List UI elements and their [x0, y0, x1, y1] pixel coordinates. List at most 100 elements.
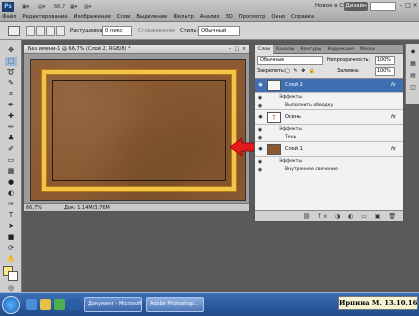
visibility-eye-icon[interactable]: ◉ — [257, 146, 264, 153]
explorer-icon[interactable] — [40, 299, 51, 310]
tab-paths[interactable]: Контуры — [297, 45, 324, 54]
dodge-tool-icon[interactable]: ◐ — [5, 189, 17, 198]
menu-help[interactable]: Справка — [291, 13, 314, 21]
style-select[interactable]: Обычный — [198, 26, 240, 36]
rectangular-marquee-tool-icon[interactable]: ⬚ — [5, 57, 17, 66]
cs-live-search-input[interactable] — [370, 2, 396, 11]
fx-icon[interactable]: fx — [391, 146, 396, 153]
document-size[interactable]: Док: 1,14М/3,76М — [64, 204, 110, 212]
view-extras-icon[interactable]: ▦▾ — [70, 3, 77, 11]
fx-icon[interactable]: fx — [391, 82, 396, 89]
fx-icon[interactable]: fx — [391, 114, 396, 121]
menu-view[interactable]: Просмотр — [239, 13, 266, 21]
task-word-document[interactable]: Документ - Microsoft... — [84, 297, 142, 312]
effect-row[interactable]: ◉ Внутреннее свечение — [255, 166, 403, 174]
new-selection-button[interactable] — [26, 26, 35, 36]
effects-group[interactable]: ◉ Эффекты — [255, 158, 403, 166]
effect-row[interactable]: ◉ Тень — [255, 134, 403, 142]
blend-mode-select[interactable]: Обычные — [257, 56, 323, 65]
doc-minimize-icon[interactable]: – — [227, 46, 233, 53]
eyedropper-tool-icon[interactable]: ✒ — [5, 101, 17, 110]
brush-tool-icon[interactable]: ✏ — [5, 123, 17, 132]
path-selection-tool-icon[interactable]: ➤ — [5, 222, 17, 231]
menu-select[interactable]: Выделение — [136, 13, 167, 21]
add-to-selection-button[interactable] — [36, 26, 45, 36]
doc-close-icon[interactable]: × — [241, 46, 247, 53]
background-color-swatch[interactable] — [8, 271, 18, 281]
visibility-eye-icon[interactable]: ◉ — [257, 159, 263, 165]
menu-analysis[interactable]: Анализ — [200, 13, 220, 21]
menu-filter[interactable]: Фильтр — [173, 13, 194, 21]
menu-layers[interactable]: Слои — [117, 13, 130, 21]
layer-row-sloy-2[interactable]: ◉ Слой 2 fx — [255, 79, 403, 93]
shape-tool-icon[interactable]: ■ — [5, 233, 17, 242]
fill-input[interactable]: 100% — [375, 67, 395, 76]
effect-row[interactable]: ◉ Выполнить обводку — [255, 102, 403, 110]
color-panel-icon[interactable]: ◆ — [409, 48, 417, 56]
menu-edit[interactable]: Редактирование — [22, 13, 67, 21]
arrange-documents-icon[interactable]: ▥▾ — [84, 3, 91, 11]
image-canvas[interactable] — [30, 59, 246, 201]
pen-tool-icon[interactable]: ✑ — [5, 200, 17, 209]
healing-brush-tool-icon[interactable]: ✚ — [5, 112, 17, 121]
layer-action-icons[interactable]: ⛓ fx ◑ ◐ ▭ ▣ 🗑 — [303, 212, 399, 221]
history-panel-icon[interactable]: ◫ — [409, 84, 417, 92]
layer-row-osen[interactable]: ◉ T Осень fx — [255, 111, 403, 125]
workspace-design-button[interactable]: Дизайн — [344, 2, 368, 11]
lasso-tool-icon[interactable]: ➰ — [5, 68, 17, 77]
visibility-eye-icon[interactable]: ◉ — [257, 167, 263, 173]
subtract-selection-button[interactable] — [46, 26, 55, 36]
eraser-tool-icon[interactable]: ▭ — [5, 156, 17, 165]
tab-channels[interactable]: Каналы — [273, 45, 297, 54]
zoom-readout[interactable]: 66,7 — [54, 3, 65, 11]
layer-row-sloy-1[interactable]: ◉ Слой 1 fx — [255, 143, 403, 157]
styles-panel-icon[interactable]: ▤ — [409, 72, 417, 80]
visibility-eye-icon[interactable]: ◉ — [257, 127, 263, 133]
tab-masks[interactable]: Маски — [357, 45, 378, 54]
effects-group[interactable]: ◉ Эффекты — [255, 126, 403, 134]
visibility-eye-icon[interactable]: ◉ — [257, 114, 264, 121]
swatches-panel-icon[interactable]: ▦ — [409, 60, 417, 68]
lock-icons[interactable]: ▢ ✎ ✥ 🔒 — [285, 68, 316, 75]
3d-rotate-tool-icon[interactable]: ⟳ — [5, 244, 17, 253]
visibility-eye-icon[interactable]: ◉ — [257, 82, 264, 89]
tab-adjustments[interactable]: Коррекция — [324, 45, 356, 54]
type-tool-icon[interactable]: T — [5, 211, 17, 220]
blur-tool-icon[interactable]: ● — [5, 178, 17, 187]
menu-window[interactable]: Окно — [271, 13, 285, 21]
task-photoshop[interactable]: Adobe Photoshop... — [146, 297, 204, 312]
crop-tool-icon[interactable]: ⌗ — [5, 90, 17, 99]
visibility-eye-icon[interactable]: ◉ — [257, 135, 263, 141]
doc-maximize-icon[interactable]: □ — [234, 46, 240, 53]
move-tool-icon[interactable]: ✥ — [5, 46, 17, 55]
menu-image[interactable]: Изображение — [74, 13, 111, 21]
history-brush-tool-icon[interactable]: ✐ — [5, 145, 17, 154]
intersect-selection-button[interactable] — [56, 26, 65, 36]
clone-stamp-tool-icon[interactable]: ♣ — [5, 134, 17, 143]
opacity-input[interactable]: 100% — [375, 56, 395, 65]
document-tab[interactable]: Без имени-1 @ 66,7% (Слой 2, RGB/8) * – … — [24, 45, 249, 54]
menu-file[interactable]: Файл — [2, 13, 16, 21]
quick-selection-tool-icon[interactable]: ✎ — [5, 79, 17, 88]
visibility-eye-icon[interactable]: ◉ — [257, 95, 263, 101]
media-icon[interactable] — [54, 299, 65, 310]
layer-name[interactable]: Слой 1 — [285, 146, 303, 153]
layer-name[interactable]: Слой 2 — [285, 82, 303, 89]
menu-3d[interactable]: 3D — [225, 13, 232, 21]
maximize-icon[interactable]: □ — [405, 2, 411, 10]
minibridge-icon[interactable]: ▤▾ — [38, 3, 45, 11]
close-icon[interactable]: × — [412, 2, 418, 10]
visibility-eye-icon[interactable]: ◉ — [257, 103, 263, 109]
effects-group[interactable]: ◉ Эффекты — [255, 94, 403, 102]
layer-name[interactable]: Осень — [285, 114, 301, 121]
start-button-icon[interactable] — [2, 296, 20, 314]
zoom-level[interactable]: 66,7% — [26, 204, 42, 212]
minimize-icon[interactable]: – — [398, 2, 404, 10]
word-icon[interactable] — [68, 299, 79, 310]
gradient-tool-icon[interactable]: ▦ — [5, 167, 17, 176]
ie-icon[interactable] — [26, 299, 37, 310]
feather-input[interactable]: 0 пикс — [102, 26, 132, 36]
tab-layers[interactable]: Слои — [255, 45, 273, 54]
tool-preset-picker[interactable] — [8, 26, 20, 36]
antialias-checkbox[interactable]: Сглаживание — [138, 27, 175, 35]
